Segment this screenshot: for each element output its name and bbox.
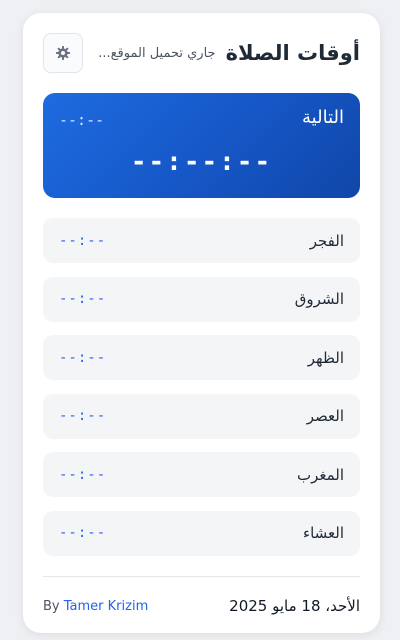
settings-button[interactable] [43, 33, 83, 73]
prayer-row-asr: --:-- العصر [43, 393, 360, 439]
prayer-name: العصر [306, 407, 344, 425]
prayer-row-sunrise: --:-- الشروق [43, 276, 360, 322]
next-prayer-card: التالية --:-- --:--:-- [43, 93, 360, 198]
prayer-time: --:-- [59, 525, 107, 541]
prayer-time: --:-- [59, 408, 107, 424]
page-title: أوقات الصلاة [225, 41, 360, 65]
prayer-times-card: أوقات الصلاة جاري تحميل الموقع... التالي… [23, 13, 380, 633]
prayer-time: --:-- [59, 349, 107, 366]
prayer-row-dhuhr: --:-- الظهر [43, 335, 360, 380]
prayer-row-isha: --:-- العشاء [43, 510, 360, 556]
footer-divider [43, 576, 360, 577]
gear-icon [56, 46, 70, 60]
footer: By Tamer Krizim الأحد، 18 مايو 2025 [43, 595, 360, 617]
prayer-time: --:-- [59, 232, 107, 249]
prayer-list: --:-- الفجر --:-- الشروق --:-- الظهر --:… [43, 218, 360, 569]
prayer-row-fajr: --:-- الفجر [43, 218, 360, 263]
prayer-time: --:-- [59, 291, 107, 307]
credit: By Tamer Krizim [43, 599, 148, 614]
current-date: الأحد، 18 مايو 2025 [229, 597, 360, 615]
prayer-row-maghrib: --:-- المغرب [43, 452, 360, 497]
header: أوقات الصلاة جاري تحميل الموقع... [43, 33, 360, 73]
prayer-time: --:-- [59, 466, 107, 483]
prayer-name: المغرب [296, 465, 344, 484]
prayer-name: الشروق [294, 290, 344, 308]
countdown-timer: --:--:-- [130, 147, 273, 177]
credit-by: By [43, 598, 60, 614]
author-link[interactable]: Tamer Krizim [64, 599, 148, 614]
location-status: جاري تحميل الموقع... [98, 45, 216, 61]
next-prayer-time: --:-- [59, 111, 105, 129]
next-prayer-label: التالية [302, 107, 344, 128]
prayer-name: الفجر [309, 231, 344, 250]
prayer-name: العشاء [303, 524, 344, 542]
prayer-name: الظهر [307, 348, 344, 367]
